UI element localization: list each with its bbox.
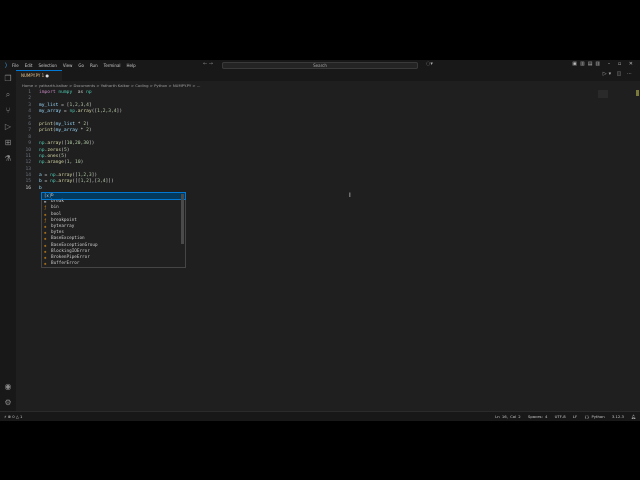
menu-bar: File Edit Selection View Go Run Terminal Help <box>12 63 142 68</box>
eol[interactable]: LF <box>573 414 577 419</box>
search-placeholder: Search <box>313 62 327 68</box>
code-token: = <box>41 179 51 185</box>
problems-indicator[interactable]: ⚡ ⊗ 0 △ 1 <box>4 412 22 421</box>
code-token: 3,4 <box>97 179 106 185</box>
class-icon: ◈ <box>44 261 47 267</box>
source-control-icon[interactable]: ⑂ <box>3 106 13 116</box>
code-token: numpy <box>58 90 73 95</box>
indentation[interactable]: Spaces: 4 <box>528 414 547 419</box>
autocomplete-widget: [x] b ≡ break ƒ bin ◈ bool ƒ breakpoint ◈ bytearray… <box>41 191 186 268</box>
code-token: my_array <box>39 109 62 115</box>
python-version[interactable]: 3.12.3 <box>612 414 624 419</box>
code-token: ) <box>88 128 92 134</box>
breadcrumb[interactable]: Home > yatharth-kalkar > Documents > Yat… <box>22 83 200 88</box>
mouse-cursor-icon: I <box>349 192 351 199</box>
menu-run[interactable]: Run <box>90 63 98 68</box>
language-mode[interactable]: {} Python <box>584 414 604 419</box>
tab-label: NUMPY.PY 1 <box>21 73 45 78</box>
suggestion-label: BufferError <box>51 261 80 267</box>
code-token: array <box>77 109 92 115</box>
code-token: 1,2,3,4 <box>97 109 117 115</box>
explorer-icon[interactable]: ❐ <box>3 74 13 84</box>
code-token: 1,2 <box>80 179 89 185</box>
minimap[interactable] <box>598 90 608 98</box>
search-input[interactable]: Search <box>222 61 418 69</box>
scrollbar[interactable] <box>636 90 639 96</box>
unsaved-dot: ● <box>45 73 49 78</box>
settings-gear-icon[interactable]: ⚙ <box>3 398 13 408</box>
tab-numpy-py[interactable]: NUMPY.PY 1 ● <box>16 70 62 81</box>
encoding[interactable]: UTF-8 <box>555 414 566 419</box>
problems-count: ⊗ 0 △ 1 <box>7 414 23 419</box>
menu-terminal[interactable]: Terminal <box>104 63 121 68</box>
window-controls[interactable]: ▣▥▤▥ – ▫ ✕ <box>572 61 636 67</box>
code-token: ]) <box>88 141 95 147</box>
code-token: ]) <box>116 109 123 115</box>
title-bar: ⟩ File Edit Selection View Go Run Terminal Help… <box>0 60 640 70</box>
tab-bar: NUMPY.PY 1 ● ▷▾ ◫ ⋯ <box>16 70 640 81</box>
menu-view[interactable]: View <box>63 63 73 68</box>
code-token: import <box>39 90 59 95</box>
code-token: 10,20,30 <box>66 141 89 147</box>
suggest-scrollbar[interactable] <box>181 194 184 244</box>
suggestion-item[interactable]: ◈ BufferError <box>42 261 185 267</box>
testing-icon[interactable]: ⚗ <box>3 154 13 164</box>
code-token: ]]) <box>105 179 114 185</box>
extensions-icon[interactable]: ⊞ <box>3 138 13 148</box>
code-token: arange <box>47 160 64 166</box>
menu-help[interactable]: Help <box>127 63 136 68</box>
menu-edit[interactable]: Edit <box>25 63 33 68</box>
editor-actions[interactable]: ▷▾ ◫ ⋯ <box>603 71 634 77</box>
menu-file[interactable]: File <box>12 63 19 68</box>
code-token: ([[ <box>72 179 81 185</box>
run-debug-icon[interactable]: ▷ <box>3 122 13 132</box>
vscode-window: ⟩ File Edit Selection View Go Run Terminal Help… <box>0 60 640 421</box>
line-number: 16 <box>25 185 31 191</box>
code-token: np <box>86 90 92 95</box>
code-token: ],[ <box>88 179 98 185</box>
menu-go[interactable]: Go <box>78 63 84 68</box>
nav-arrows[interactable]: ← → <box>203 61 213 67</box>
cursor-position[interactable]: Ln 16, Col 2 <box>495 414 521 419</box>
status-bar: ⚡ ⊗ 0 △ 1 Ln 16, Col 2 Spaces: 4 UTF-8 L… <box>0 411 640 421</box>
vscode-logo-icon: ⟩ <box>4 61 8 69</box>
menu-selection[interactable]: Selection <box>38 63 56 68</box>
code-token: print <box>39 128 53 134</box>
code-token: ) <box>80 160 84 166</box>
code-editor[interactable]: 1 import numpy as np 2 3 my_list = [1, 2, 3, 4]… <box>16 90 122 192</box>
code-token: my_array <box>55 128 78 134</box>
code-token: as <box>72 90 87 95</box>
code-token: ) <box>66 147 70 153</box>
activity-bar: ❐ ⌕ ⑂ ▷ ⊞ ⚗ ◉ ⚙ <box>0 70 16 411</box>
code-token: * <box>77 128 87 134</box>
copilot-icon[interactable]: ◌▾ <box>426 61 433 67</box>
code-token: array <box>58 179 73 185</box>
notifications-bell-icon[interactable]: 🔔︎ <box>631 414 636 419</box>
code-token: = <box>61 109 70 115</box>
account-icon[interactable]: ◉ <box>3 382 13 392</box>
search-icon[interactable]: ⌕ <box>3 90 13 100</box>
